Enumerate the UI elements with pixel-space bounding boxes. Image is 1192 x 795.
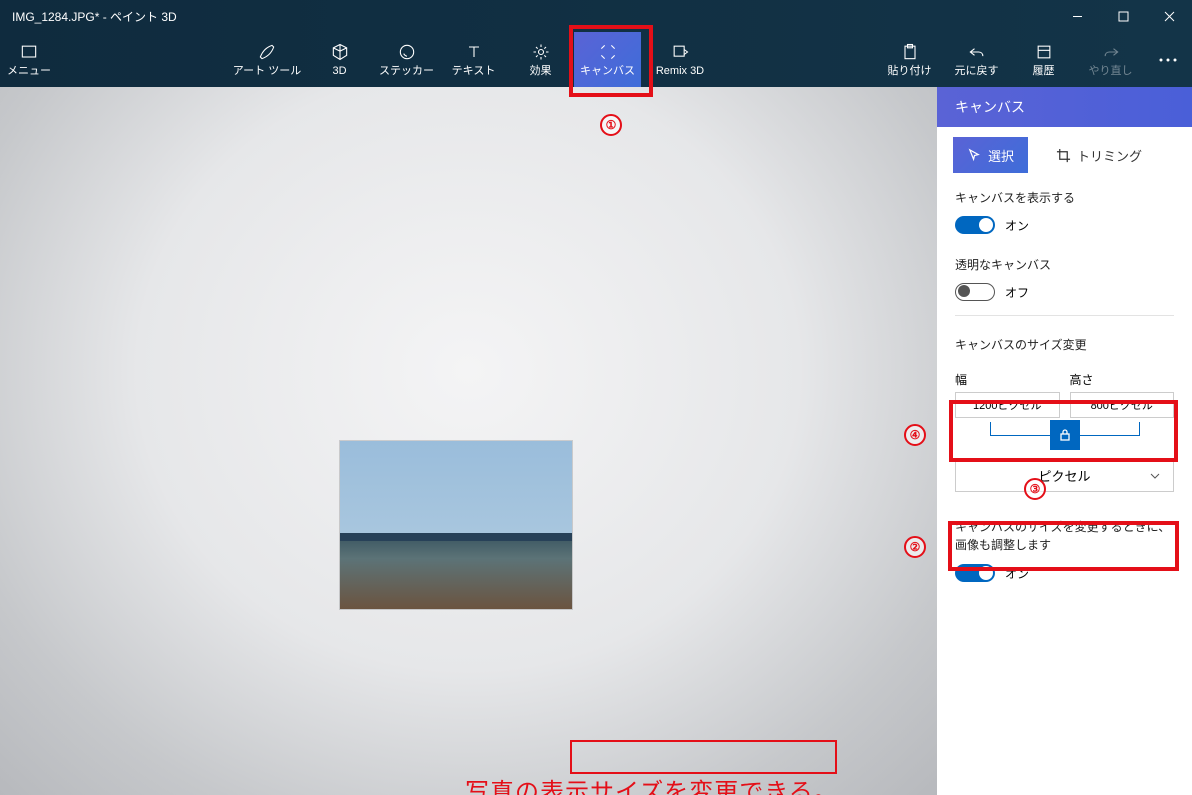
transparent-canvas-toggle[interactable] — [955, 283, 995, 301]
height-label: 高さ — [1070, 371, 1175, 388]
transparent-canvas-label: 透明なキャンバス — [955, 256, 1174, 273]
resize-canvas-label: キャンバスのサイズ変更 — [955, 336, 1174, 353]
main-toolbar: メニュー アート ツール 3D ステッカー テキスト 効果 キャンバス Remi… — [0, 32, 1192, 87]
unit-dropdown[interactable]: ピクセル — [955, 458, 1174, 492]
tab-crop[interactable]: トリミング — [1042, 137, 1156, 173]
more-button[interactable] — [1144, 58, 1192, 62]
unit-value: ピクセル — [1038, 466, 1090, 485]
canvas-image[interactable] — [340, 441, 572, 609]
history-label: 履歴 — [1033, 66, 1055, 77]
effects-label: 効果 — [530, 66, 552, 77]
tab-crop-label: トリミング — [1077, 146, 1142, 165]
resize-with-image-label: キャンバスのサイズを変更するときに、画像も調整します — [955, 518, 1174, 554]
paste-label: 貼り付け — [888, 66, 932, 77]
panel-title: キャンバス — [937, 87, 1192, 127]
resize-with-image-toggle[interactable] — [955, 564, 995, 582]
show-canvas-state: オン — [1005, 217, 1029, 234]
menu-label: メニュー — [7, 66, 51, 77]
redo-label: やり直し — [1089, 66, 1133, 77]
close-button[interactable] — [1146, 0, 1192, 32]
canvas-panel: キャンバス 選択 トリミング キャンバスを表示する オン 透明なキャンバス オフ — [937, 87, 1192, 795]
remix-3d-label: Remix 3D — [656, 66, 704, 77]
text-label: テキスト — [452, 66, 496, 77]
resize-with-image-state: オン — [1005, 565, 1029, 582]
height-input[interactable] — [1070, 392, 1175, 418]
maximize-button[interactable] — [1100, 0, 1146, 32]
stickers-button[interactable]: ステッカー — [373, 32, 440, 87]
tab-select[interactable]: 選択 — [953, 137, 1028, 173]
menu-button[interactable]: メニュー — [0, 32, 58, 87]
undo-label: 元に戻す — [955, 66, 999, 77]
canvas-workspace[interactable]: 写真の表示サイズを変更できる。 21% — [0, 87, 937, 795]
text-button[interactable]: テキスト — [440, 32, 507, 87]
art-tools-label: アート ツール — [233, 66, 301, 77]
lock-aspect-button[interactable] — [1050, 420, 1080, 450]
effects-button[interactable]: 効果 — [507, 32, 574, 87]
tab-select-label: 選択 — [988, 146, 1014, 165]
3d-button[interactable]: 3D — [306, 32, 373, 87]
minimize-button[interactable] — [1054, 0, 1100, 32]
3d-label: 3D — [332, 66, 346, 77]
art-tools-button[interactable]: アート ツール — [228, 32, 306, 87]
width-input[interactable] — [955, 392, 1060, 418]
transparent-canvas-state: オフ — [1005, 284, 1029, 301]
remix-3d-button[interactable]: Remix 3D — [641, 32, 719, 87]
stickers-label: ステッカー — [379, 66, 434, 77]
chevron-down-icon — [1149, 468, 1161, 483]
show-canvas-toggle[interactable] — [955, 216, 995, 234]
redo-button[interactable]: やり直し — [1077, 32, 1144, 87]
width-label: 幅 — [955, 371, 1060, 388]
canvas-label: キャンバス — [580, 66, 635, 77]
show-canvas-label: キャンバスを表示する — [955, 189, 1174, 206]
window-title: IMG_1284.JPG* - ペイント 3D — [12, 8, 177, 25]
history-button[interactable]: 履歴 — [1010, 32, 1077, 87]
paste-button[interactable]: 貼り付け — [876, 32, 943, 87]
undo-button[interactable]: 元に戻す — [943, 32, 1010, 87]
canvas-button[interactable]: キャンバス — [574, 32, 641, 87]
annotation-text: 写真の表示サイズを変更できる。 — [465, 772, 839, 795]
